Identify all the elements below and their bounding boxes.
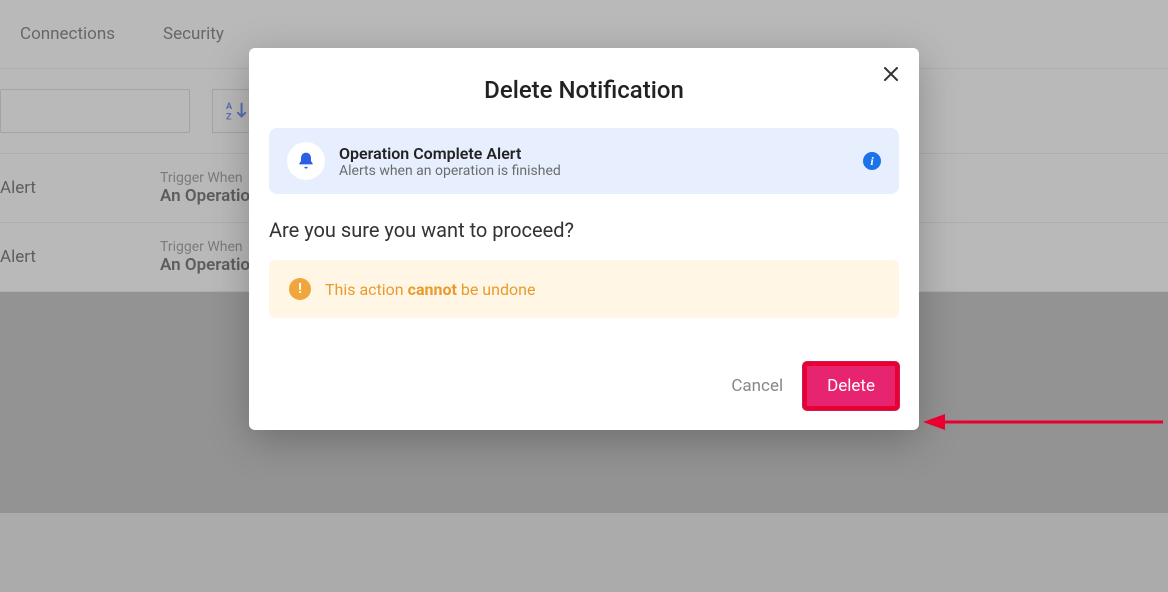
delete-notification-modal: Delete Notification Operation Complete A… xyxy=(249,48,919,430)
warning-banner: ! This action cannot be undone xyxy=(269,260,899,318)
modal-actions: Cancel Delete xyxy=(269,362,899,410)
notification-info-card: Operation Complete Alert Alerts when an … xyxy=(269,128,899,194)
delete-button[interactable]: Delete xyxy=(803,362,899,410)
cancel-button[interactable]: Cancel xyxy=(731,376,783,396)
notification-title: Operation Complete Alert xyxy=(339,144,561,163)
warning-text: This action cannot be undone xyxy=(325,280,535,299)
close-button[interactable] xyxy=(883,66,899,86)
info-icon[interactable]: i xyxy=(863,152,881,170)
confirm-prompt: Are you sure you want to proceed? xyxy=(269,218,899,242)
close-icon xyxy=(883,66,899,82)
notification-subtitle: Alerts when an operation is finished xyxy=(339,163,561,179)
warning-icon: ! xyxy=(289,278,311,300)
bell-icon xyxy=(287,142,325,180)
modal-title: Delete Notification xyxy=(269,76,899,104)
